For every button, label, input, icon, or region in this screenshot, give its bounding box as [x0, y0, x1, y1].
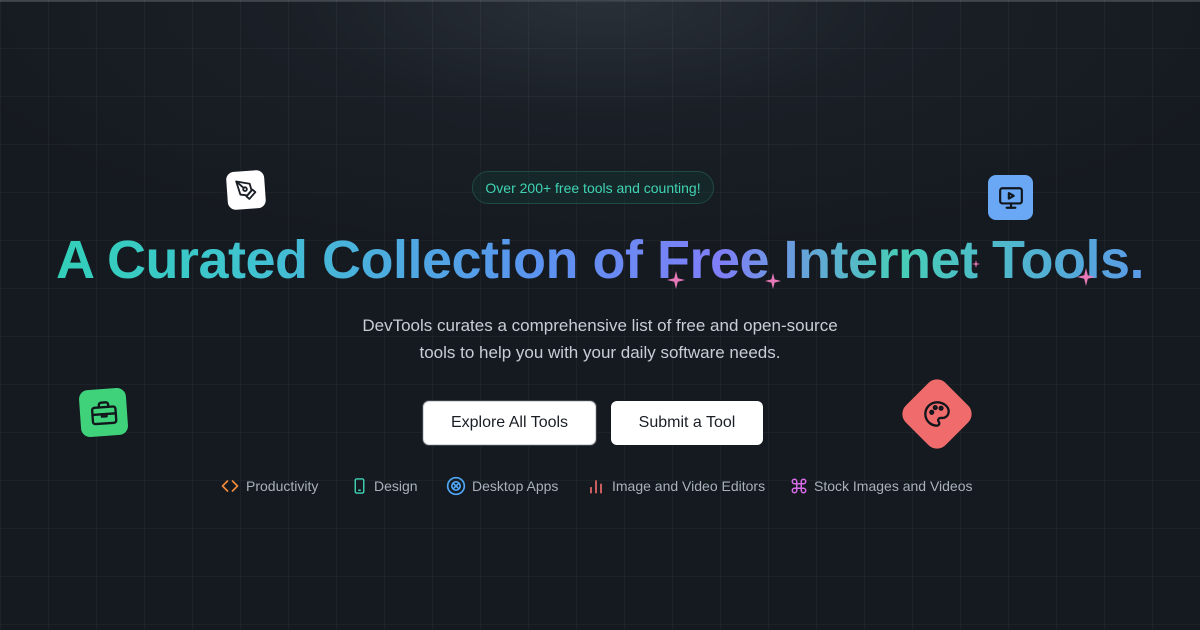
pen-tool-tile [225, 169, 267, 211]
category-links: Productivity Design Desktop Apps Image a… [0, 474, 1200, 498]
hero-headline: A Curated Collection of Free Internet To… [0, 228, 1200, 292]
circle-x-icon [446, 476, 466, 496]
pen-tool-icon [235, 180, 257, 200]
command-key-icon [791, 478, 807, 494]
category-label: Productivity [246, 478, 319, 494]
category-design[interactable]: Design [351, 474, 418, 498]
category-label: Design [374, 478, 418, 494]
sparkle-icon [667, 271, 685, 289]
explore-all-tools-button[interactable]: Explore All Tools [423, 401, 596, 445]
sparkle-icon [1077, 268, 1095, 286]
sparkle-icon [972, 260, 980, 268]
subtitle-line-2: tools to help you with your daily softwa… [419, 343, 781, 362]
sparkle-icon [765, 273, 781, 289]
monitor-tile [988, 175, 1033, 220]
category-productivity[interactable]: Productivity [220, 474, 318, 498]
submit-tool-button[interactable]: Submit a Tool [611, 401, 763, 445]
category-label: Stock Images and Videos [814, 478, 973, 494]
code-brackets-icon [221, 480, 239, 492]
mobile-device-icon [354, 478, 365, 494]
palette-tile [897, 374, 977, 454]
hero-subtitle: DevTools curates a comprehensive list of… [300, 312, 900, 366]
category-stock-images-videos[interactable]: Stock Images and Videos [790, 474, 973, 498]
briefcase-tile [78, 387, 129, 438]
subtitle-line-1: DevTools curates a comprehensive list of… [362, 316, 838, 335]
top-border [0, 0, 1200, 2]
category-desktop-apps[interactable]: Desktop Apps [446, 474, 558, 498]
palette-icon [924, 401, 950, 427]
monitor-play-icon [998, 186, 1023, 209]
category-label: Desktop Apps [472, 478, 559, 494]
category-image-video-editors[interactable]: Image and Video Editors [586, 474, 765, 498]
briefcase-icon [90, 400, 117, 425]
category-label: Image and Video Editors [612, 478, 766, 494]
tools-count-badge: Over 200+ free tools and counting! [472, 171, 714, 204]
bar-chart-icon [590, 480, 602, 494]
